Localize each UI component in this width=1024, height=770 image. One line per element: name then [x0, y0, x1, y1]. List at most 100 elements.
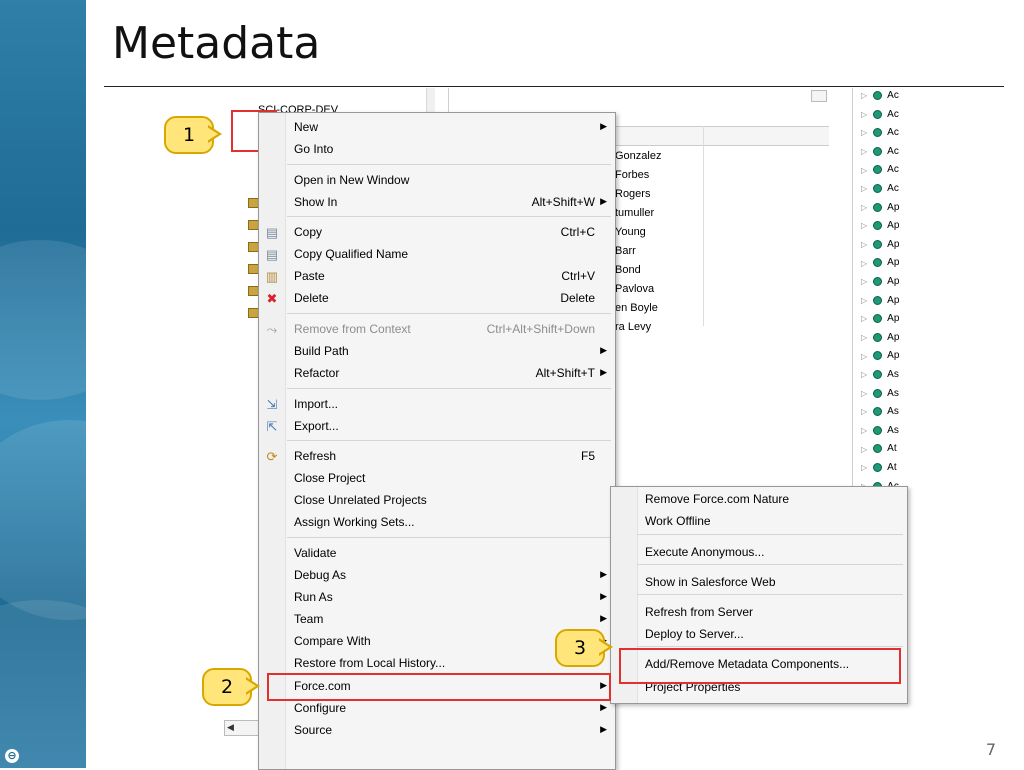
list-item-label: Ap [887, 276, 900, 287]
list-item[interactable]: ▷ Ac [861, 183, 899, 201]
list-item[interactable]: ▷ As [861, 388, 899, 406]
list-item[interactable]: ▷ Ap [861, 313, 899, 331]
menu-item-configure[interactable]: Configure ▶ [259, 698, 615, 720]
submenu-item-execute-anonymous[interactable]: Execute Anonymous... [611, 542, 907, 564]
menu-item-copy[interactable]: ▤ Copy Ctrl+C [259, 222, 615, 244]
expand-arrow-icon[interactable]: ▷ [861, 445, 867, 454]
menu-item-assign-working-sets[interactable]: Assign Working Sets... [259, 512, 615, 534]
menu-item-build-path[interactable]: Build Path ▶ [259, 341, 615, 363]
expand-arrow-icon[interactable]: ▷ [861, 166, 867, 175]
menu-item-go-into[interactable]: Go Into [259, 139, 615, 161]
expand-arrow-icon[interactable]: ▷ [861, 333, 867, 342]
slide-sidebar: ⊖ [0, 0, 86, 768]
menu-item-close-project[interactable]: Close Project [259, 468, 615, 490]
list-item[interactable]: ▷ Ap [861, 295, 899, 313]
list-item[interactable]: ▷ Ac [861, 164, 899, 182]
menu-item-run-as[interactable]: Run As ▶ [259, 587, 615, 609]
table-row[interactable]: Barr [615, 245, 636, 257]
component-icon [873, 258, 883, 268]
expand-arrow-icon[interactable]: ▷ [861, 259, 867, 268]
menu-item-export[interactable]: ⇱ Export... [259, 416, 615, 438]
menu-item-open-in-new-window[interactable]: Open in New Window [259, 170, 615, 192]
expand-arrow-icon[interactable]: ▷ [861, 314, 867, 323]
table-row[interactable]: ra Levy [615, 321, 651, 333]
menu-item-label: Refresh [294, 449, 337, 463]
menu-item-team[interactable]: Team ▶ [259, 609, 615, 631]
logo-icon: ⊖ [5, 749, 19, 763]
list-item[interactable]: ▷ As [861, 369, 899, 387]
submenu-item-work-offline[interactable]: Work Offline [611, 511, 907, 533]
menu-item-remove-from-context[interactable]: ⤳ Remove from Context Ctrl+Alt+Shift+Down [259, 319, 615, 341]
table-row[interactable]: en Boyle [615, 302, 658, 314]
submenu-item-show-in-salesforce-web[interactable]: Show in Salesforce Web [611, 572, 907, 594]
list-item[interactable]: ▷ Ap [861, 332, 899, 350]
menu-item-validate[interactable]: Validate [259, 543, 615, 565]
expand-arrow-icon[interactable]: ▷ [861, 91, 867, 100]
menu-item-show-in[interactable]: Show In Alt+Shift+W ▶ [259, 192, 615, 214]
menu-item-shortcut: Delete [560, 291, 595, 305]
component-icon [873, 351, 883, 361]
force-com-highlight [267, 673, 611, 701]
table-row[interactable]: Forbes [615, 169, 649, 181]
expand-arrow-icon[interactable]: ▷ [861, 240, 867, 249]
table-row[interactable]: Pavlova [615, 283, 654, 295]
list-item[interactable]: ▷ Ap [861, 257, 899, 275]
menu-item-refactor[interactable]: Refactor Alt+Shift+T ▶ [259, 363, 615, 385]
list-item[interactable]: ▷ Ac [861, 146, 899, 164]
expand-arrow-icon[interactable]: ▷ [861, 296, 867, 305]
expand-arrow-icon[interactable]: ▷ [861, 277, 867, 286]
submenu-item-refresh-from-server[interactable]: Refresh from Server [611, 602, 907, 624]
component-icon [873, 295, 883, 305]
list-item[interactable]: ▷ As [861, 406, 899, 424]
menu-item-debug-as[interactable]: Debug As ▶ [259, 565, 615, 587]
list-item[interactable]: ▷ Ap [861, 350, 899, 368]
table-row[interactable]: Young [615, 226, 646, 238]
submenu-item-remove-force-com-nature[interactable]: Remove Force.com Nature [611, 489, 907, 511]
list-item-label: Ac [887, 108, 899, 120]
menu-item-label: Source [294, 723, 333, 737]
menu-item-copy-qualified-name[interactable]: ▤ Copy Qualified Name [259, 244, 615, 266]
view-minimize-button[interactable] [811, 90, 827, 102]
list-item[interactable]: ▷ Ap [861, 276, 899, 294]
expand-arrow-icon[interactable]: ▷ [861, 352, 867, 361]
component-icon [873, 239, 883, 249]
list-item[interactable]: ▷ Ac [861, 127, 899, 145]
menu-item-close-unrelated-projects[interactable]: Close Unrelated Projects [259, 490, 615, 512]
menu-item-new[interactable]: New ▶ [259, 117, 615, 139]
expand-arrow-icon[interactable]: ▷ [861, 203, 867, 212]
expand-arrow-icon[interactable]: ▷ [861, 221, 867, 230]
scroll-left-icon[interactable]: ◀ [227, 722, 234, 733]
menu-item-source[interactable]: Source ▶ [259, 720, 615, 742]
table-row[interactable]: tumuller [615, 207, 654, 219]
menu-item-refresh[interactable]: ⟳ Refresh F5 [259, 446, 615, 468]
menu-separator [287, 216, 611, 217]
list-item[interactable]: ▷ Ac [861, 90, 899, 108]
expand-arrow-icon[interactable]: ▷ [861, 463, 867, 472]
list-item[interactable]: ▷ At [861, 443, 897, 461]
submenu-arrow-icon: ▶ [600, 367, 607, 377]
list-item[interactable]: ▷ Ac [861, 109, 899, 127]
list-item[interactable]: ▷ Ap [861, 239, 899, 257]
expand-arrow-icon[interactable]: ▷ [861, 110, 867, 119]
menu-item-paste[interactable]: ▥ Paste Ctrl+V [259, 266, 615, 288]
submenu-item-deploy-to-server[interactable]: Deploy to Server... [611, 624, 907, 646]
list-item[interactable]: ▷ Ap [861, 202, 899, 220]
expand-arrow-icon[interactable]: ▷ [861, 407, 867, 416]
list-item[interactable]: ▷ As [861, 425, 899, 443]
menu-item-import[interactable]: ⇲ Import... [259, 394, 615, 416]
list-item[interactable]: ▷ Ap [861, 220, 899, 238]
expand-arrow-icon[interactable]: ▷ [861, 370, 867, 379]
menu-item-delete[interactable]: ✖ Delete Delete [259, 288, 615, 310]
expand-arrow-icon[interactable]: ▷ [861, 184, 867, 193]
expand-arrow-icon[interactable]: ▷ [861, 128, 867, 137]
table-row[interactable]: Gonzalez [615, 150, 661, 162]
table-row[interactable]: Bond [615, 264, 641, 276]
list-item[interactable]: ▷ At [861, 462, 897, 480]
expand-arrow-icon[interactable]: ▷ [861, 147, 867, 156]
page-number: 7 [985, 740, 996, 759]
table-row[interactable]: Rogers [615, 188, 650, 200]
expand-arrow-icon[interactable]: ▷ [861, 389, 867, 398]
menu-item-label: Compare With [294, 634, 371, 648]
component-icon [873, 444, 883, 454]
expand-arrow-icon[interactable]: ▷ [861, 426, 867, 435]
